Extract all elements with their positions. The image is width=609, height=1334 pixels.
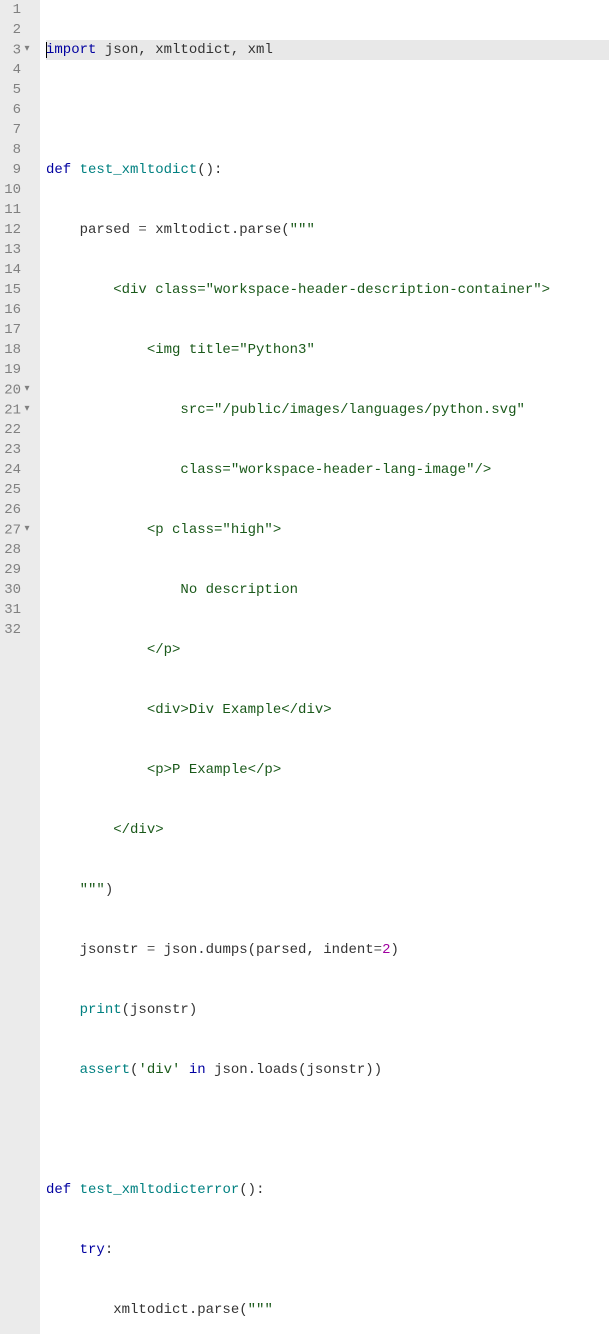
code-line[interactable]: No description: [46, 580, 609, 600]
gutter-line: 5: [4, 80, 32, 100]
code-editor[interactable]: 1 2 3▾ 4 5 6 7 8 9 10 11 12 13 14 15 16 …: [0, 0, 609, 1334]
code-line[interactable]: print(jsonstr): [46, 1000, 609, 1020]
gutter-line: 14: [4, 260, 32, 280]
gutter-line: 21▾: [4, 400, 32, 420]
fold-toggle-icon[interactable]: ▾: [22, 520, 32, 540]
code-line[interactable]: </div>: [46, 820, 609, 840]
gutter-line: 1: [4, 0, 32, 20]
line-gutter: 1 2 3▾ 4 5 6 7 8 9 10 11 12 13 14 15 16 …: [0, 0, 40, 1334]
gutter-line: 25: [4, 480, 32, 500]
code-line[interactable]: </p>: [46, 640, 609, 660]
gutter-line: 18: [4, 340, 32, 360]
code-line[interactable]: def test_xmltodict():: [46, 160, 609, 180]
code-line[interactable]: import json, xmltodict, xml: [46, 40, 609, 60]
gutter-line: 23: [4, 440, 32, 460]
gutter-line: 6: [4, 100, 32, 120]
fold-toggle-icon[interactable]: ▾: [22, 400, 32, 420]
code-line[interactable]: try:: [46, 1240, 609, 1260]
code-line[interactable]: """): [46, 880, 609, 900]
gutter-line: 32: [4, 620, 32, 640]
fold-toggle-icon[interactable]: ▾: [22, 380, 32, 400]
gutter-line: 24: [4, 460, 32, 480]
gutter-line: 11: [4, 200, 32, 220]
gutter-line: 20▾: [4, 380, 32, 400]
code-area[interactable]: import json, xmltodict, xml def test_xml…: [40, 0, 609, 1334]
gutter-line: 27▾: [4, 520, 32, 540]
code-line[interactable]: src="/public/images/languages/python.svg…: [46, 400, 609, 420]
code-line[interactable]: [46, 100, 609, 120]
code-line[interactable]: [46, 1120, 609, 1140]
fold-toggle-icon[interactable]: ▾: [22, 40, 32, 60]
gutter-line: 7: [4, 120, 32, 140]
code-line[interactable]: def test_xmltodicterror():: [46, 1180, 609, 1200]
gutter-line: 9: [4, 160, 32, 180]
gutter-line: 17: [4, 320, 32, 340]
code-line[interactable]: jsonstr = json.dumps(parsed, indent=2): [46, 940, 609, 960]
gutter-line: 8: [4, 140, 32, 160]
code-line[interactable]: parsed = xmltodict.parse(""": [46, 220, 609, 240]
code-line[interactable]: <img title="Python3": [46, 340, 609, 360]
gutter-line: 31: [4, 600, 32, 620]
code-line[interactable]: class="workspace-header-lang-image"/>: [46, 460, 609, 480]
code-line[interactable]: <p class="high">: [46, 520, 609, 540]
gutter-line: 10: [4, 180, 32, 200]
gutter-line: 16: [4, 300, 32, 320]
gutter-line: 15: [4, 280, 32, 300]
code-line[interactable]: <div class="workspace-header-description…: [46, 280, 609, 300]
gutter-line: 13: [4, 240, 32, 260]
code-line[interactable]: <p>P Example</p>: [46, 760, 609, 780]
gutter-line: 12: [4, 220, 32, 240]
gutter-line: 4: [4, 60, 32, 80]
gutter-line: 3▾: [4, 40, 32, 60]
code-line[interactable]: assert('div' in json.loads(jsonstr)): [46, 1060, 609, 1080]
gutter-line: 29: [4, 560, 32, 580]
gutter-line: 26: [4, 500, 32, 520]
gutter-line: 28: [4, 540, 32, 560]
code-line[interactable]: <div>Div Example</div>: [46, 700, 609, 720]
gutter-line: 19: [4, 360, 32, 380]
gutter-line: 30: [4, 580, 32, 600]
gutter-line: 2: [4, 20, 32, 40]
gutter-line: 22: [4, 420, 32, 440]
code-line[interactable]: xmltodict.parse(""": [46, 1300, 609, 1320]
